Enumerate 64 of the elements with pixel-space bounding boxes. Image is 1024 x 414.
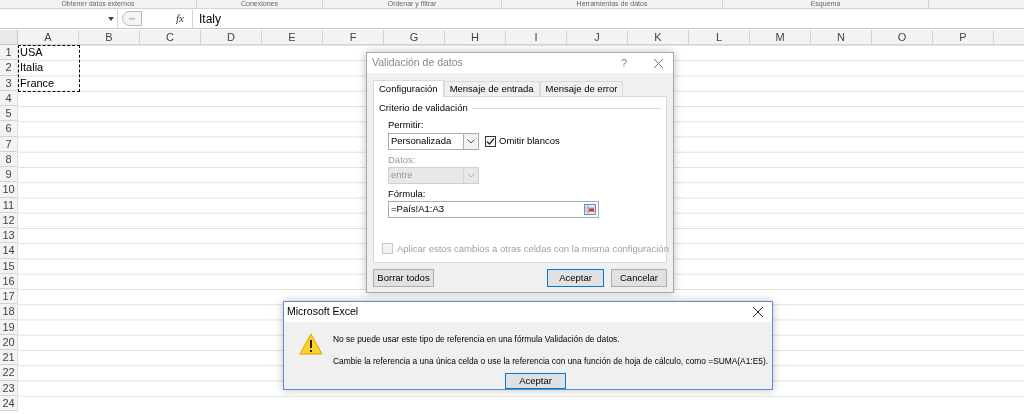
dialog-tab[interactable]: Mensaje de entrada: [443, 81, 540, 96]
table-cell-text: France: [19, 75, 56, 91]
column-header[interactable]: F: [323, 30, 384, 45]
ok-button[interactable]: Aceptar: [505, 373, 566, 389]
alert-message: Cambie la referencia a una única celda o use la referencia con una función de hoja de cálculo, como =SUMA(A1:E5).: [333, 355, 770, 368]
row-header[interactable]: 1: [0, 45, 18, 61]
group-label: Criterio de validación: [379, 101, 468, 115]
insert-function-button[interactable]: fx: [172, 10, 188, 27]
formula-field[interactable]: =País!A1:A3: [388, 201, 599, 218]
row-header[interactable]: 17: [0, 289, 18, 305]
column-header[interactable]: L: [689, 30, 750, 45]
alert-message: No se puede usar este tipo de referencia en una fórmula Validación de datos.: [333, 332, 621, 346]
column-header[interactable]: E: [262, 30, 323, 45]
row-header[interactable]: 22: [0, 365, 18, 381]
close-icon: [654, 58, 663, 68]
row-header[interactable]: 10: [0, 182, 18, 198]
column-header[interactable]: M: [750, 30, 811, 45]
field-label: Permitir:: [388, 118, 425, 133]
row-header[interactable]: 13: [0, 228, 18, 244]
row-header[interactable]: 2: [0, 60, 18, 76]
column-header[interactable]: K: [628, 30, 689, 45]
column-header[interactable]: B: [79, 30, 140, 45]
row-header[interactable]: 5: [0, 106, 18, 122]
range-picker-icon[interactable]: [584, 204, 596, 215]
dialog-button[interactable]: Borrar todos: [373, 269, 434, 287]
dash-icon: [129, 17, 135, 20]
column-header[interactable]: G: [384, 30, 445, 45]
dialog-title: Microsoft Excel: [287, 304, 360, 319]
checkbox-label: Omitir blancos: [499, 133, 560, 148]
chevron-down-icon: [467, 138, 475, 144]
field-label: Datos:: [388, 152, 417, 167]
formula-cancel-button[interactable]: [122, 11, 142, 26]
column-header[interactable]: H: [445, 30, 506, 45]
close-button[interactable]: [753, 306, 763, 317]
row-header[interactable]: 9: [0, 167, 18, 183]
dialog-tab[interactable]: Mensaje de error: [539, 81, 624, 96]
help-button[interactable]: ?: [620, 54, 627, 72]
dialog-button[interactable]: Cancelar: [611, 269, 667, 287]
column-header[interactable]: D: [201, 30, 262, 45]
row-header[interactable]: 21: [0, 350, 18, 366]
row-header[interactable]: 6: [0, 121, 18, 137]
close-icon: [753, 306, 763, 317]
column-header[interactable]: J: [567, 30, 628, 45]
chevron-down-icon: [467, 172, 475, 178]
column-header[interactable]: A: [18, 30, 79, 45]
table-cell-text: Italia: [19, 60, 45, 76]
formula-input[interactable]: Italy: [193, 9, 1024, 28]
caret-icon: [108, 16, 114, 21]
column-header[interactable]: N: [811, 30, 872, 45]
table-cell-text: USA: [19, 45, 44, 60]
checkbox[interactable]: [485, 135, 496, 147]
field-label: Fórmula:: [388, 186, 427, 201]
warning-icon: [299, 332, 323, 355]
column-header[interactable]: P: [933, 30, 994, 45]
row-header[interactable]: 14: [0, 243, 18, 259]
row-header[interactable]: 18: [0, 304, 18, 320]
dialog-title: Validación de datos: [372, 55, 464, 71]
column-header[interactable]: I: [506, 30, 567, 45]
column-header[interactable]: C: [140, 30, 201, 45]
checkbox-label: Aplicar estos cambios a otras celdas con la misma configuración: [397, 241, 669, 256]
column-header[interactable]: O: [872, 30, 933, 45]
allow-dropdown[interactable]: Personalizada: [388, 132, 479, 150]
dialog-tab[interactable]: Configuración: [373, 80, 444, 97]
dialog-button[interactable]: Aceptar: [547, 269, 604, 287]
